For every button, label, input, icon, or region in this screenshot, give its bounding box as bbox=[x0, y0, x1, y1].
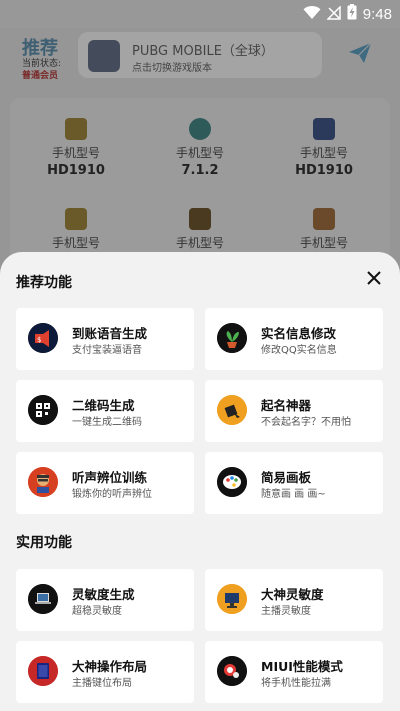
palette-icon bbox=[217, 467, 247, 497]
feature-drawing-board[interactable]: 简易画板 随意画 画 画~ bbox=[205, 452, 383, 514]
game-icon bbox=[88, 40, 120, 72]
tablet-icon bbox=[28, 656, 58, 686]
qrcode-icon bbox=[28, 395, 58, 425]
state-value: 普通会员 bbox=[22, 71, 59, 81]
close-icon[interactable] bbox=[364, 268, 384, 288]
feature-miui-performance[interactable]: MIUI性能模式 将手机性能拉满 bbox=[205, 641, 383, 703]
svg-text:$: $ bbox=[37, 336, 41, 344]
info-cell: 手机型号 bbox=[140, 208, 260, 251]
feature-qrcode[interactable]: 二维码生成 一键生成二维码 bbox=[16, 380, 194, 442]
no-signal-icon bbox=[325, 4, 341, 24]
network-icon bbox=[313, 208, 335, 230]
send-icon bbox=[348, 42, 372, 70]
info-cell: 手机型号 bbox=[264, 208, 384, 251]
clock-time: 9:48 bbox=[362, 5, 392, 23]
laptop-icon bbox=[28, 584, 58, 614]
plant-icon bbox=[217, 323, 247, 353]
feature-sensitivity-generator[interactable]: 灵敏度生成 超稳灵敏度 bbox=[16, 569, 194, 631]
feature-name-generator[interactable]: 起名神器 不会起名字？不用怕 bbox=[205, 380, 383, 442]
battery-charging-icon bbox=[347, 4, 357, 24]
info-cell: 手机型号 bbox=[16, 208, 136, 251]
wifi-icon bbox=[303, 5, 321, 24]
info-cell: 手机型号 HD1910 bbox=[264, 118, 384, 178]
feature-pro-sensitivity[interactable]: 大神灵敏度 主播灵敏度 bbox=[205, 569, 383, 631]
member-state: 当前状态: 普通会员 bbox=[22, 58, 61, 82]
feature-sound-training[interactable]: 听声辨位训练 锻炼你的听声辨位 bbox=[16, 452, 194, 514]
status-bar: 9:48 bbox=[0, 0, 400, 28]
bottom-sheet: 推荐功能 $ 到账语音生成 支付宝装逼语音 实名信息修改 修改QQ实名信息 二维… bbox=[0, 252, 400, 711]
section-title-recommended: 推荐功能 bbox=[16, 275, 72, 291]
info-cell: 手机型号 7.1.2 bbox=[140, 118, 260, 178]
android-icon bbox=[189, 118, 211, 140]
soldier-icon bbox=[28, 467, 58, 497]
pen-icon bbox=[217, 395, 247, 425]
background-header: 推荐 当前状态: 普通会员 PUBG MOBILE（全球） 点击切换游戏版本 bbox=[0, 28, 400, 88]
game-subtitle: 点击切换游戏版本 bbox=[132, 63, 212, 74]
phone-icon bbox=[65, 118, 87, 140]
monitor-icon bbox=[217, 584, 247, 614]
monitor-icon bbox=[65, 208, 87, 230]
chip-icon bbox=[313, 118, 335, 140]
feature-pro-layout[interactable]: 大神操作布局 主播键位布局 bbox=[16, 641, 194, 703]
state-label: 当前状态: bbox=[22, 59, 62, 69]
gauge-icon bbox=[217, 656, 247, 686]
game-name: PUBG MOBILE（全球） bbox=[132, 44, 274, 59]
feature-realname-edit[interactable]: 实名信息修改 修改QQ实名信息 bbox=[205, 308, 383, 370]
speaker-money-icon: $ bbox=[28, 323, 58, 353]
section-title-practical: 实用功能 bbox=[16, 535, 72, 551]
info-cell: 手机型号 HD1910 bbox=[16, 118, 136, 178]
feature-voice-generator[interactable]: $ 到账语音生成 支付宝装逼语音 bbox=[16, 308, 194, 370]
game-selector: PUBG MOBILE（全球） 点击切换游戏版本 bbox=[78, 32, 322, 78]
battery-icon bbox=[189, 208, 211, 230]
page-title: 推荐 bbox=[22, 38, 58, 59]
